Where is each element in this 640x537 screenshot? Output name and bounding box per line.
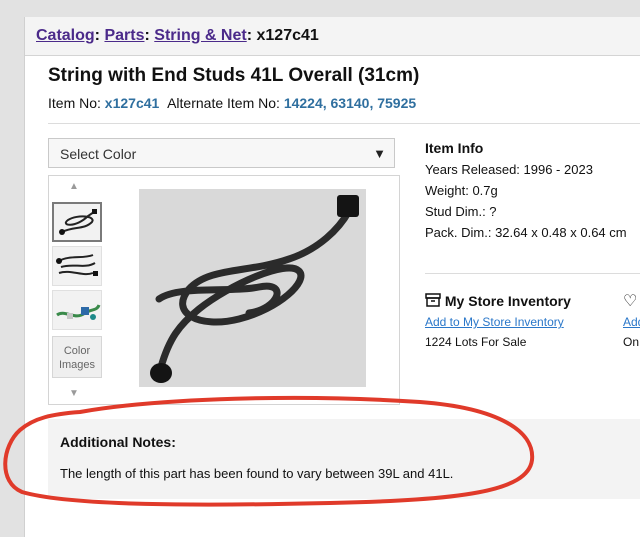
scroll-up-icon[interactable]: ▲ [69, 181, 79, 192]
divider [425, 273, 640, 274]
store-inventory-heading: My Store Inventory [425, 293, 571, 309]
pack-dimensions: Pack. Dim.: 32.64 x 0.48 x 0.64 cm [425, 225, 627, 240]
page-container: Catalog: Parts: String & Net: x127c41 St… [24, 17, 640, 537]
thumbnail-column: ▲ Color Images ▼ [49, 176, 105, 404]
color-images-button[interactable]: Color Images [52, 336, 102, 378]
breadcrumb: Catalog: Parts: String & Net: x127c41 [25, 17, 640, 56]
dropdown-arrow-icon: ▼ [373, 146, 386, 161]
breadcrumb-separator: : [246, 27, 257, 44]
thumbnail-1[interactable] [52, 202, 102, 242]
thumbnail-3[interactable] [52, 290, 102, 330]
breadcrumb-separator: : [94, 27, 105, 44]
item-no-value: x127c41 [104, 95, 160, 111]
notes-heading: Additional Notes: [60, 434, 176, 450]
add-to-store-link[interactable]: Add to My Store Inventory [425, 315, 564, 329]
weight: Weight: 0.7g [425, 183, 498, 198]
years-released: Years Released: 1996 - 2023 [425, 162, 593, 177]
alt-item-label: Alternate Item No: [167, 95, 280, 111]
color-select[interactable]: Select Color ▼ [48, 138, 395, 168]
wanted-list-status: On [623, 335, 640, 349]
divider [48, 123, 640, 124]
thumbnail-2[interactable] [52, 246, 102, 286]
item-numbers: Item No: x127c41 Alternate Item No: 1422… [48, 95, 416, 111]
lots-for-sale: 1224 Lots For Sale [425, 335, 527, 349]
store-icon [425, 293, 441, 307]
assembly-thumbnail-icon [56, 304, 101, 320]
page-title: String with End Studs 41L Overall (31cm) [48, 65, 420, 86]
heart-icon[interactable]: ♡ [623, 291, 637, 311]
image-viewer: ▲ Color Images ▼ [48, 175, 400, 405]
scroll-down-icon[interactable]: ▼ [69, 388, 79, 399]
breadcrumb-separator: : [144, 27, 155, 44]
breadcrumb-current: x127c41 [256, 27, 319, 44]
item-no-label: Item No: [48, 95, 101, 111]
alt-item-values: 14224, 63140, 75925 [283, 95, 417, 111]
store-inventory-label: My Store Inventory [444, 293, 571, 309]
breadcrumb-catalog[interactable]: Catalog [36, 27, 95, 44]
color-select-label: Select Color [60, 146, 137, 162]
item-info-heading: Item Info [425, 140, 484, 156]
wanted-list-link[interactable]: Add [623, 315, 640, 329]
main-product-image [139, 189, 366, 387]
breadcrumb-string-net[interactable]: String & Net [154, 27, 246, 44]
string-photo-icon [139, 189, 366, 387]
stud-dimensions: Stud Dim.: ? [425, 204, 497, 219]
notes-text: The length of this part has been found t… [60, 466, 454, 481]
string-thumbnail-icon [56, 254, 98, 276]
additional-notes: Additional Notes: The length of this par… [48, 419, 640, 499]
string-thumbnail-icon [59, 209, 97, 235]
breadcrumb-parts[interactable]: Parts [104, 27, 144, 44]
